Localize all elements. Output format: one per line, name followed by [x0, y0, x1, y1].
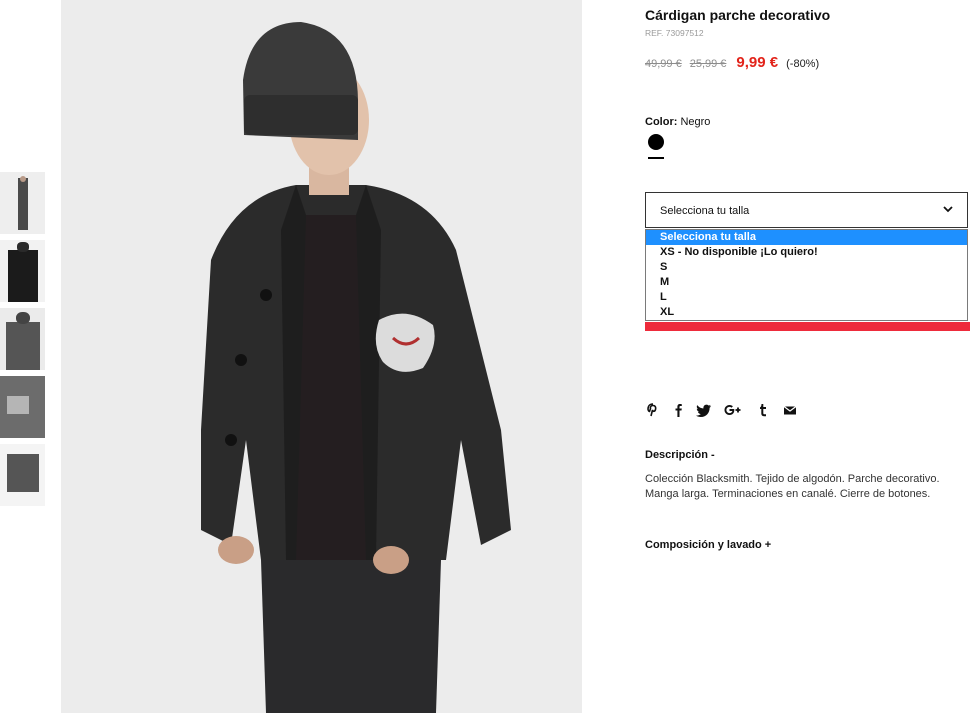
size-option-l[interactable]: L [646, 290, 967, 305]
thumbnail-strip [0, 172, 47, 512]
size-option-s[interactable]: S [646, 260, 967, 275]
color-swatch-black[interactable] [648, 134, 664, 150]
add-to-bag-button[interactable] [645, 322, 970, 331]
color-info: Color: Negro [645, 116, 710, 128]
size-option-xs[interactable]: XS - No disponible ¡Lo quiero! [646, 245, 967, 260]
twitter-icon[interactable] [696, 402, 712, 418]
chevron-down-icon [943, 206, 953, 213]
size-select[interactable]: Selecciona tu talla [645, 192, 968, 228]
size-option-placeholder[interactable]: Selecciona tu talla [646, 230, 967, 245]
size-option-xl[interactable]: XL [646, 305, 967, 320]
pinterest-icon[interactable] [645, 402, 661, 418]
product-reference: REF. 73097512 [645, 28, 704, 38]
thumbnail-flat[interactable] [0, 444, 45, 506]
google-plus-icon[interactable] [723, 402, 743, 418]
previous-price: 25,99 € [689, 58, 727, 70]
description-text: Colección Blacksmith. Tejido de algodón.… [645, 473, 940, 500]
swatch-selected-indicator [648, 157, 664, 159]
current-price: 9,99 € [736, 54, 779, 71]
size-select-value: Selecciona tu talla [660, 205, 750, 217]
original-price: 49,99 € [645, 58, 682, 70]
thumbnail-detail[interactable] [0, 376, 45, 438]
price-block: 49,99 € 25,99 € 9,99 € (-80%) [645, 54, 819, 72]
description-toggle[interactable]: Descripción - [645, 449, 715, 461]
thumbnail-front[interactable] [0, 240, 45, 302]
thumbnail-back[interactable] [0, 308, 45, 370]
product-title: Cárdigan parche decorativo [645, 7, 831, 23]
thumbnail-full-body[interactable] [0, 172, 45, 234]
model-photo [61, 0, 582, 713]
facebook-icon[interactable] [670, 402, 686, 418]
color-value: Negro [680, 116, 711, 128]
size-option-m[interactable]: M [646, 275, 967, 290]
email-icon[interactable] [782, 402, 798, 418]
composition-toggle[interactable]: Composición y lavado + [645, 539, 771, 551]
discount-badge: (-80%) [786, 58, 820, 70]
tumblr-icon[interactable] [755, 402, 771, 418]
size-dropdown-list: Selecciona tu talla XS - No disponible ¡… [645, 229, 968, 321]
product-main-image[interactable] [61, 0, 582, 713]
color-label: Color: [645, 116, 678, 128]
